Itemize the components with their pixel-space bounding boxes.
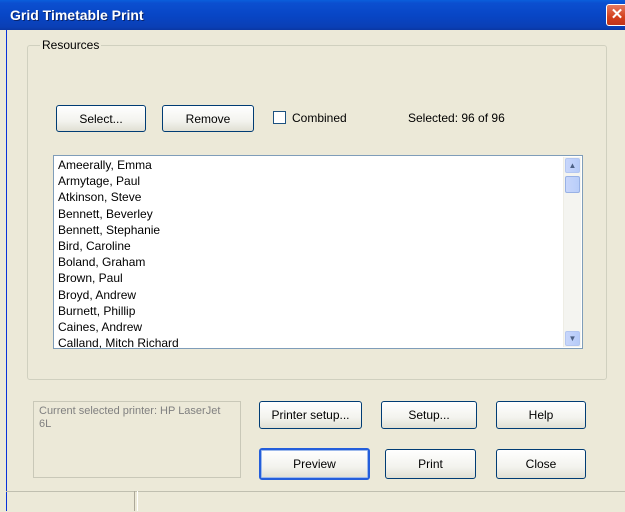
list-item[interactable]: Brown, Paul (58, 270, 563, 286)
setup-button-label: Setup... (408, 408, 450, 422)
status-bar (6, 491, 625, 512)
current-printer-text: Current selected printer: HP LaserJet 6L (39, 405, 221, 430)
select-button[interactable]: Select... (56, 105, 146, 132)
status-bar-divider (134, 491, 138, 511)
list-item[interactable]: Calland, Mitch Richard (58, 335, 563, 348)
close-button-label: Close (525, 457, 557, 471)
print-button[interactable]: Print (385, 449, 476, 479)
combined-checkbox[interactable] (273, 111, 286, 124)
list-item[interactable]: Bennett, Beverley (58, 206, 563, 222)
list-item[interactable]: Atkinson, Steve (58, 189, 563, 205)
list-item[interactable]: Bird, Caroline (58, 238, 563, 254)
scrollbar-thumb[interactable] (565, 176, 580, 193)
resources-list: Ameerally, Emma Armytage, Paul Atkinson, S… (58, 157, 563, 348)
close-icon[interactable]: ✕ (606, 4, 625, 26)
list-item[interactable]: Broyd, Andrew (58, 287, 563, 303)
close-button[interactable]: Close (496, 449, 586, 479)
resources-listbox[interactable]: Ameerally, Emma Armytage, Paul Atkinson, S… (53, 155, 583, 349)
list-item[interactable]: Caines, Andrew (58, 319, 563, 335)
printer-setup-button-label: Printer setup... (271, 408, 350, 422)
list-item[interactable]: Bennett, Stephanie (58, 222, 563, 238)
help-button-label: Help (528, 408, 554, 422)
list-item[interactable]: Boland, Graham (58, 254, 563, 270)
selected-count-status: Selected: 96 of 96 (408, 111, 505, 125)
preview-button[interactable]: Preview (259, 448, 370, 480)
printer-info-box: Current selected printer: HP LaserJet 6L (33, 401, 241, 478)
scroll-down-arrow-icon[interactable]: ▼ (565, 331, 580, 346)
remove-button-label: Remove (185, 111, 231, 126)
setup-button[interactable]: Setup... (381, 401, 477, 429)
help-button[interactable]: Help (496, 401, 586, 429)
list-item[interactable]: Ameerally, Emma (58, 157, 563, 173)
resources-group-label: Resources (40, 38, 102, 52)
vertical-scrollbar[interactable]: ▲ ▼ (563, 157, 581, 347)
window-title: Grid Timetable Print (10, 7, 144, 23)
title-bar: Grid Timetable Print ✕ (0, 0, 625, 30)
preview-button-label: Preview (293, 457, 336, 471)
list-item[interactable]: Armytage, Paul (58, 173, 563, 189)
combined-label[interactable]: Combined (292, 111, 347, 125)
print-button-label: Print (418, 457, 443, 471)
printer-setup-button[interactable]: Printer setup... (259, 401, 362, 429)
remove-button[interactable]: Remove (162, 105, 254, 132)
list-item[interactable]: Burnett, Phillip (58, 303, 563, 319)
scroll-up-arrow-icon[interactable]: ▲ (565, 158, 580, 173)
select-button-label: Select... (79, 111, 123, 126)
